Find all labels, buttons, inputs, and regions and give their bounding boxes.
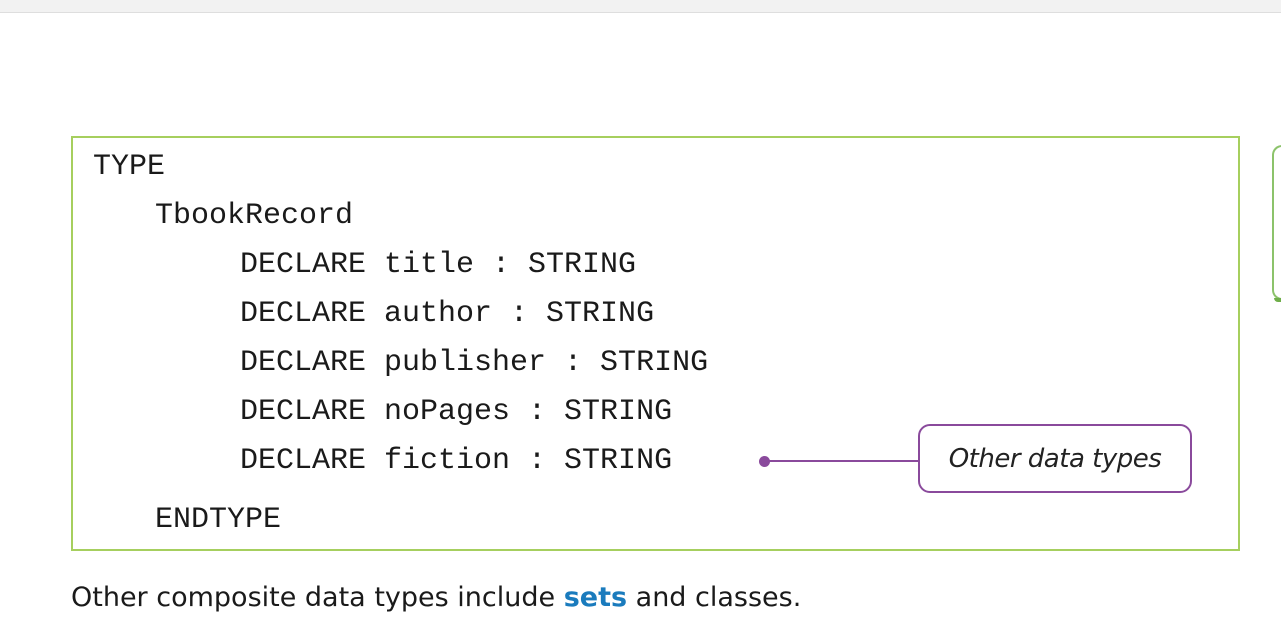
- code-line-record-name: TbookRecord: [155, 199, 354, 233]
- top-bar: [0, 0, 1281, 13]
- callout-label: Other data types: [918, 424, 1192, 493]
- paragraph-text-before: Other composite data types include: [71, 582, 564, 613]
- code-line-declare-publisher: DECLARE publisher : STRING: [240, 346, 709, 380]
- keyword-sets: sets: [563, 582, 628, 613]
- code-line-declare-nopages: DECLARE noPages : STRING: [240, 395, 673, 429]
- paragraph-text-after: and classes.: [627, 582, 802, 613]
- code-line-declare-fiction: DECLARE fiction : STRING: [240, 444, 673, 478]
- callout-connector-line: [768, 460, 920, 462]
- code-line-endtype: ENDTYPE: [155, 503, 282, 537]
- body-paragraph: Other composite data types include sets …: [71, 580, 801, 616]
- code-line-declare-title: DECLARE title : STRING: [240, 248, 637, 282]
- code-line-declare-author: DECLARE author : STRING: [240, 297, 655, 331]
- code-line-type: TYPE: [93, 150, 166, 184]
- side-tab: [1272, 145, 1281, 302]
